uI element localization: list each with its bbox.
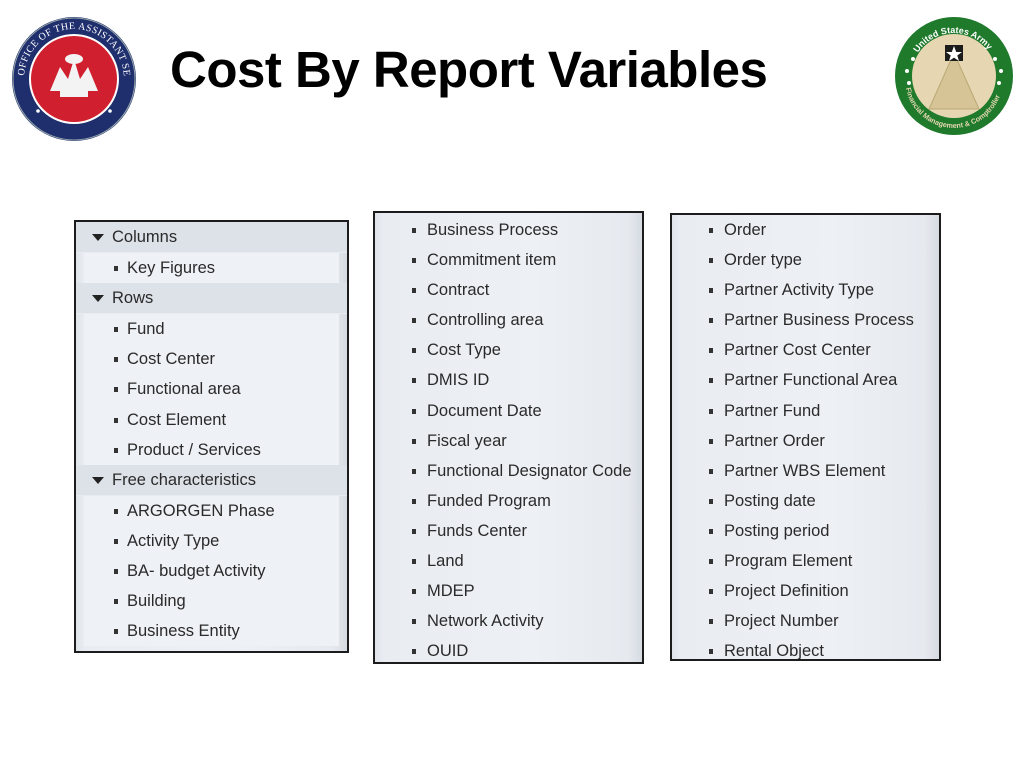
bullet-icon: [709, 468, 713, 474]
list-item[interactable]: Land: [375, 546, 642, 576]
list-item[interactable]: Funded Program: [375, 486, 642, 516]
bullet-icon: [412, 468, 416, 474]
list-item[interactable]: Rental Object: [672, 636, 939, 659]
list-item[interactable]: Contract: [375, 275, 642, 305]
bullet-icon: [709, 498, 713, 504]
bullet-icon: [709, 258, 713, 264]
section-label: Columns: [112, 228, 178, 246]
list-item[interactable]: Activity Type: [84, 525, 339, 557]
bullet-icon: [709, 619, 713, 625]
list-item[interactable]: Network Activity: [375, 606, 642, 636]
list-item[interactable]: Posting period: [672, 516, 939, 546]
bullet-icon: [114, 599, 118, 605]
bullet-icon: [114, 447, 118, 453]
bullet-icon: [709, 288, 713, 294]
list-item[interactable]: Building: [84, 586, 339, 617]
list-item[interactable]: OUID: [375, 636, 642, 662]
list-item[interactable]: Project Definition: [672, 576, 939, 606]
bullet-icon: [412, 408, 416, 414]
bullet-icon: [412, 318, 416, 324]
us-army-fm-comptroller-seal-icon: United States Army Financial Management …: [895, 17, 1013, 135]
bullet-icon: [412, 438, 416, 444]
list-item[interactable]: Cost Center: [84, 344, 339, 375]
bullet-icon: [709, 408, 713, 414]
list-item[interactable]: Fiscal year: [375, 426, 642, 456]
bullet-icon: [412, 528, 416, 534]
list-item[interactable]: Key Figures: [84, 253, 339, 284]
list-item[interactable]: Fund: [84, 314, 339, 345]
collapse-triangle-icon[interactable]: [92, 295, 104, 303]
section-rows[interactable]: Rows: [76, 283, 347, 315]
asa-fmc-seal-icon: OFFICE OF THE ASSISTANT SECRETARY OF THE…: [5, 7, 136, 141]
list-item[interactable]: Functional area: [84, 374, 339, 405]
bullet-icon: [412, 559, 416, 565]
list-item[interactable]: Partner Business Process: [672, 305, 939, 335]
bullet-icon: [709, 649, 713, 655]
section-free-characteristics[interactable]: Free characteristics: [76, 464, 347, 496]
bullet-icon: [114, 508, 118, 514]
list-item[interactable]: Program Element: [672, 546, 939, 576]
list-item[interactable]: Business Entity: [84, 616, 339, 647]
collapse-triangle-icon[interactable]: [92, 476, 104, 484]
list-item[interactable]: Document Date: [375, 396, 642, 426]
list-item[interactable]: Partner Cost Center: [672, 335, 939, 365]
bullet-icon: [412, 258, 416, 264]
bullet-icon: [114, 357, 118, 363]
collapse-triangle-icon[interactable]: [92, 234, 104, 241]
list-item[interactable]: Cost Type: [375, 335, 642, 365]
bullet-icon: [412, 228, 416, 233]
bullet-icon: [114, 538, 118, 544]
bullet-icon: [114, 629, 118, 635]
bullet-icon: [709, 559, 713, 565]
list-item[interactable]: Posting date: [672, 486, 939, 516]
asa-fmc-seal-logo: OFFICE OF THE ASSISTANT SECRETARY OF THE…: [5, 7, 138, 143]
bullet-icon: [412, 649, 416, 655]
list-item[interactable]: Partner WBS Element: [672, 456, 939, 486]
list-item[interactable]: Partner Fund: [672, 396, 939, 426]
section-label: Free characteristics: [112, 470, 256, 489]
bullet-icon: [412, 619, 416, 625]
bullet-icon: [412, 498, 416, 504]
list-item[interactable]: Controlling area: [375, 305, 642, 335]
slide-title: Cost By Report Variables: [170, 41, 768, 98]
section-columns[interactable]: Columns: [76, 222, 347, 254]
bullet-icon: [114, 387, 118, 393]
list-item[interactable]: DMIS ID: [375, 365, 642, 395]
list-item[interactable]: Cost Element: [84, 404, 339, 435]
bullet-icon: [709, 318, 713, 324]
bullet-icon: [709, 528, 713, 534]
us-army-fmc-seal-logo: United States Army Financial Management …: [893, 15, 1015, 137]
bullet-icon: [114, 327, 118, 333]
free-characteristics-list-continued-1: Business Process Commitment item Contract C…: [373, 211, 644, 664]
bullet-icon: [114, 569, 118, 575]
list-item[interactable]: Commitment item: [375, 245, 642, 275]
list-item[interactable]: BA- budget Activity: [84, 556, 339, 587]
bullet-icon: [412, 589, 416, 595]
bullet-icon: [709, 348, 713, 354]
bullet-icon: [709, 228, 713, 233]
list-item[interactable]: MDEP: [375, 576, 642, 606]
list-item[interactable]: Business Process: [375, 215, 642, 245]
bullet-icon: [709, 438, 713, 444]
layout-navigation-panel: Columns Key Figures Rows Fund Cost Cente…: [74, 220, 349, 653]
bullet-icon: [709, 589, 713, 595]
list-item[interactable]: Functional Designator Code: [375, 456, 642, 486]
list-item[interactable]: Project Number: [672, 606, 939, 636]
section-label: Rows: [112, 289, 154, 308]
list-item[interactable]: Partner Activity Type: [672, 275, 939, 305]
list-item[interactable]: ARGORGEN Phase: [84, 495, 339, 526]
list-item[interactable]: Partner Functional Area: [672, 365, 939, 395]
bullet-icon: [709, 378, 713, 384]
list-item[interactable]: Funds Center: [375, 516, 642, 546]
free-characteristics-list-continued-2: Order Order type Partner Activity Type Part…: [670, 213, 941, 661]
bullet-icon: [114, 266, 118, 272]
bullet-icon: [114, 417, 118, 423]
list-item[interactable]: Partner Order: [672, 426, 939, 456]
bullet-icon: [412, 288, 416, 294]
bullet-icon: [412, 348, 416, 354]
list-item[interactable]: Order: [672, 215, 939, 245]
list-item[interactable]: Order type: [672, 245, 939, 275]
list-item[interactable]: Product / Services: [84, 434, 339, 465]
bullet-icon: [412, 378, 416, 384]
